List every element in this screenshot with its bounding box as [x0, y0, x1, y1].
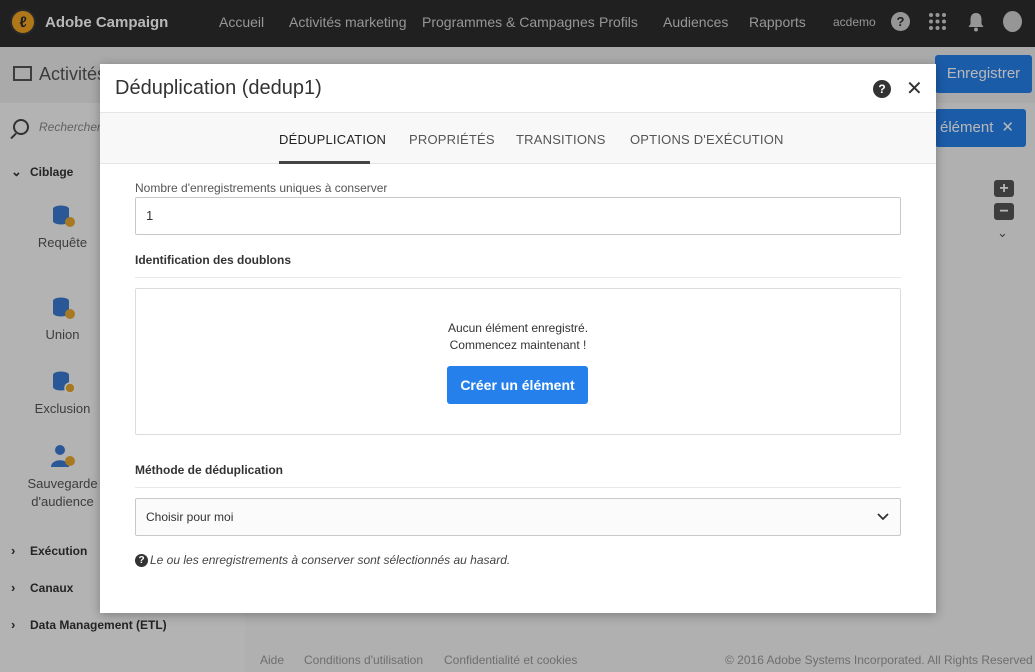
help-icon[interactable]: ?: [873, 80, 891, 98]
dialog-tabs: DÉDUPLICATION PROPRIÉTÉS TRANSITIONS OPT…: [100, 113, 936, 164]
divider: [135, 487, 901, 488]
dialog-header: Déduplication (dedup1) ? ✕: [100, 64, 936, 113]
empty-message: Aucun élément enregistré.: [447, 321, 589, 335]
hint-text: Le ou les enregistrements à conserver so…: [150, 553, 511, 567]
question-circle-icon: ?: [135, 553, 148, 567]
empty-message-cta: Commencez maintenant !: [449, 338, 587, 352]
deduplication-dialog: Déduplication (dedup1) ? ✕ DÉDUPLICATION…: [100, 64, 936, 613]
tab-transitions[interactable]: TRANSITIONS: [516, 132, 606, 147]
dedup-method-select[interactable]: Choisir pour moi: [135, 498, 901, 536]
divider: [135, 277, 901, 278]
close-icon[interactable]: ✕: [906, 76, 923, 101]
create-element-button[interactable]: Créer un élément: [447, 366, 588, 404]
select-value: Choisir pour moi: [146, 510, 234, 524]
method-heading: Méthode de déduplication: [135, 463, 284, 477]
tab-deduplication[interactable]: DÉDUPLICATION: [279, 132, 386, 147]
unique-records-input[interactable]: 1: [135, 197, 901, 235]
tab-options-execution[interactable]: OPTIONS D'EXÉCUTION: [630, 132, 784, 147]
dialog-title: Déduplication (dedup1): [115, 77, 322, 99]
active-tab-indicator: [279, 161, 370, 164]
random-selection-hint: ? Le ou les enregistrements à conserver …: [135, 553, 510, 567]
tab-proprietes[interactable]: PROPRIÉTÉS: [409, 132, 495, 147]
duplicates-empty-state: Aucun élément enregistré. Commencez main…: [135, 288, 901, 435]
chevron-down-icon: [877, 513, 889, 521]
unique-records-label: Nombre d'enregistrements uniques à conse…: [135, 181, 388, 195]
duplicates-heading: Identification des doublons: [135, 253, 291, 267]
